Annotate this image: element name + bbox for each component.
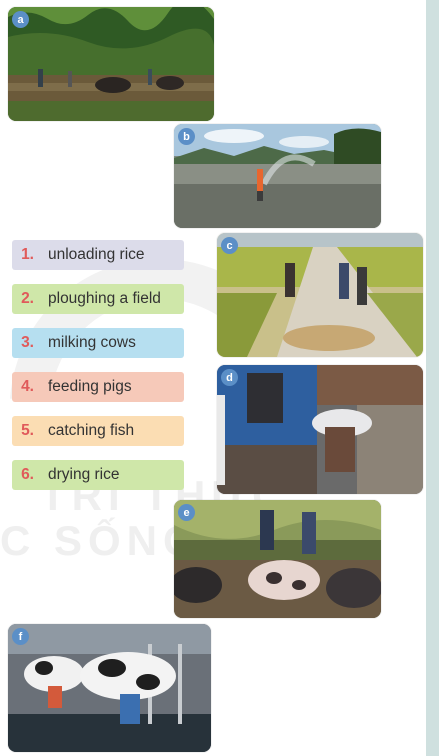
phrase-number: 6.: [21, 466, 34, 483]
phrase-text: unloading rice: [48, 246, 145, 263]
phrase-item: 3. milking cows: [12, 328, 184, 358]
phrase-number: 3.: [21, 334, 34, 351]
phrase-item: 5. catching fish: [12, 416, 184, 446]
phrase-item: 6. drying rice: [12, 460, 184, 490]
photo-badge: e: [178, 504, 195, 521]
phrase-text: catching fish: [48, 422, 135, 439]
photo-badge: a: [12, 11, 29, 28]
photo-b-fishing: b: [174, 124, 381, 228]
photo-a-ploughing: a: [8, 7, 214, 121]
phrase-number: 2.: [21, 290, 34, 307]
phrase-item: 2. ploughing a field: [12, 284, 184, 314]
photo-e-feeding-pigs: e: [174, 500, 381, 618]
phrase-number: 5.: [21, 422, 34, 439]
phrase-text: ploughing a field: [48, 290, 161, 307]
phrase-text: feeding pigs: [48, 378, 132, 395]
photo-badge: d: [221, 369, 238, 386]
phrase-text: milking cows: [48, 334, 136, 351]
phrase-item: 1. unloading rice: [12, 240, 184, 270]
photo-c-drying-rice: c: [217, 233, 423, 357]
svg-text:C SỐNG: C SỐNG: [0, 516, 202, 564]
phrase-item: 4. feeding pigs: [12, 372, 184, 402]
phrase-text: drying rice: [48, 466, 120, 483]
photo-badge: c: [221, 237, 238, 254]
photo-f-milking-cows: f: [8, 624, 211, 752]
photo-badge: f: [12, 628, 29, 645]
phrase-number: 1.: [21, 246, 34, 263]
phrase-number: 4.: [21, 378, 34, 395]
page-edge-strip: [426, 0, 439, 756]
photo-d-unloading-rice: d: [217, 365, 423, 494]
photo-badge: b: [178, 128, 195, 145]
